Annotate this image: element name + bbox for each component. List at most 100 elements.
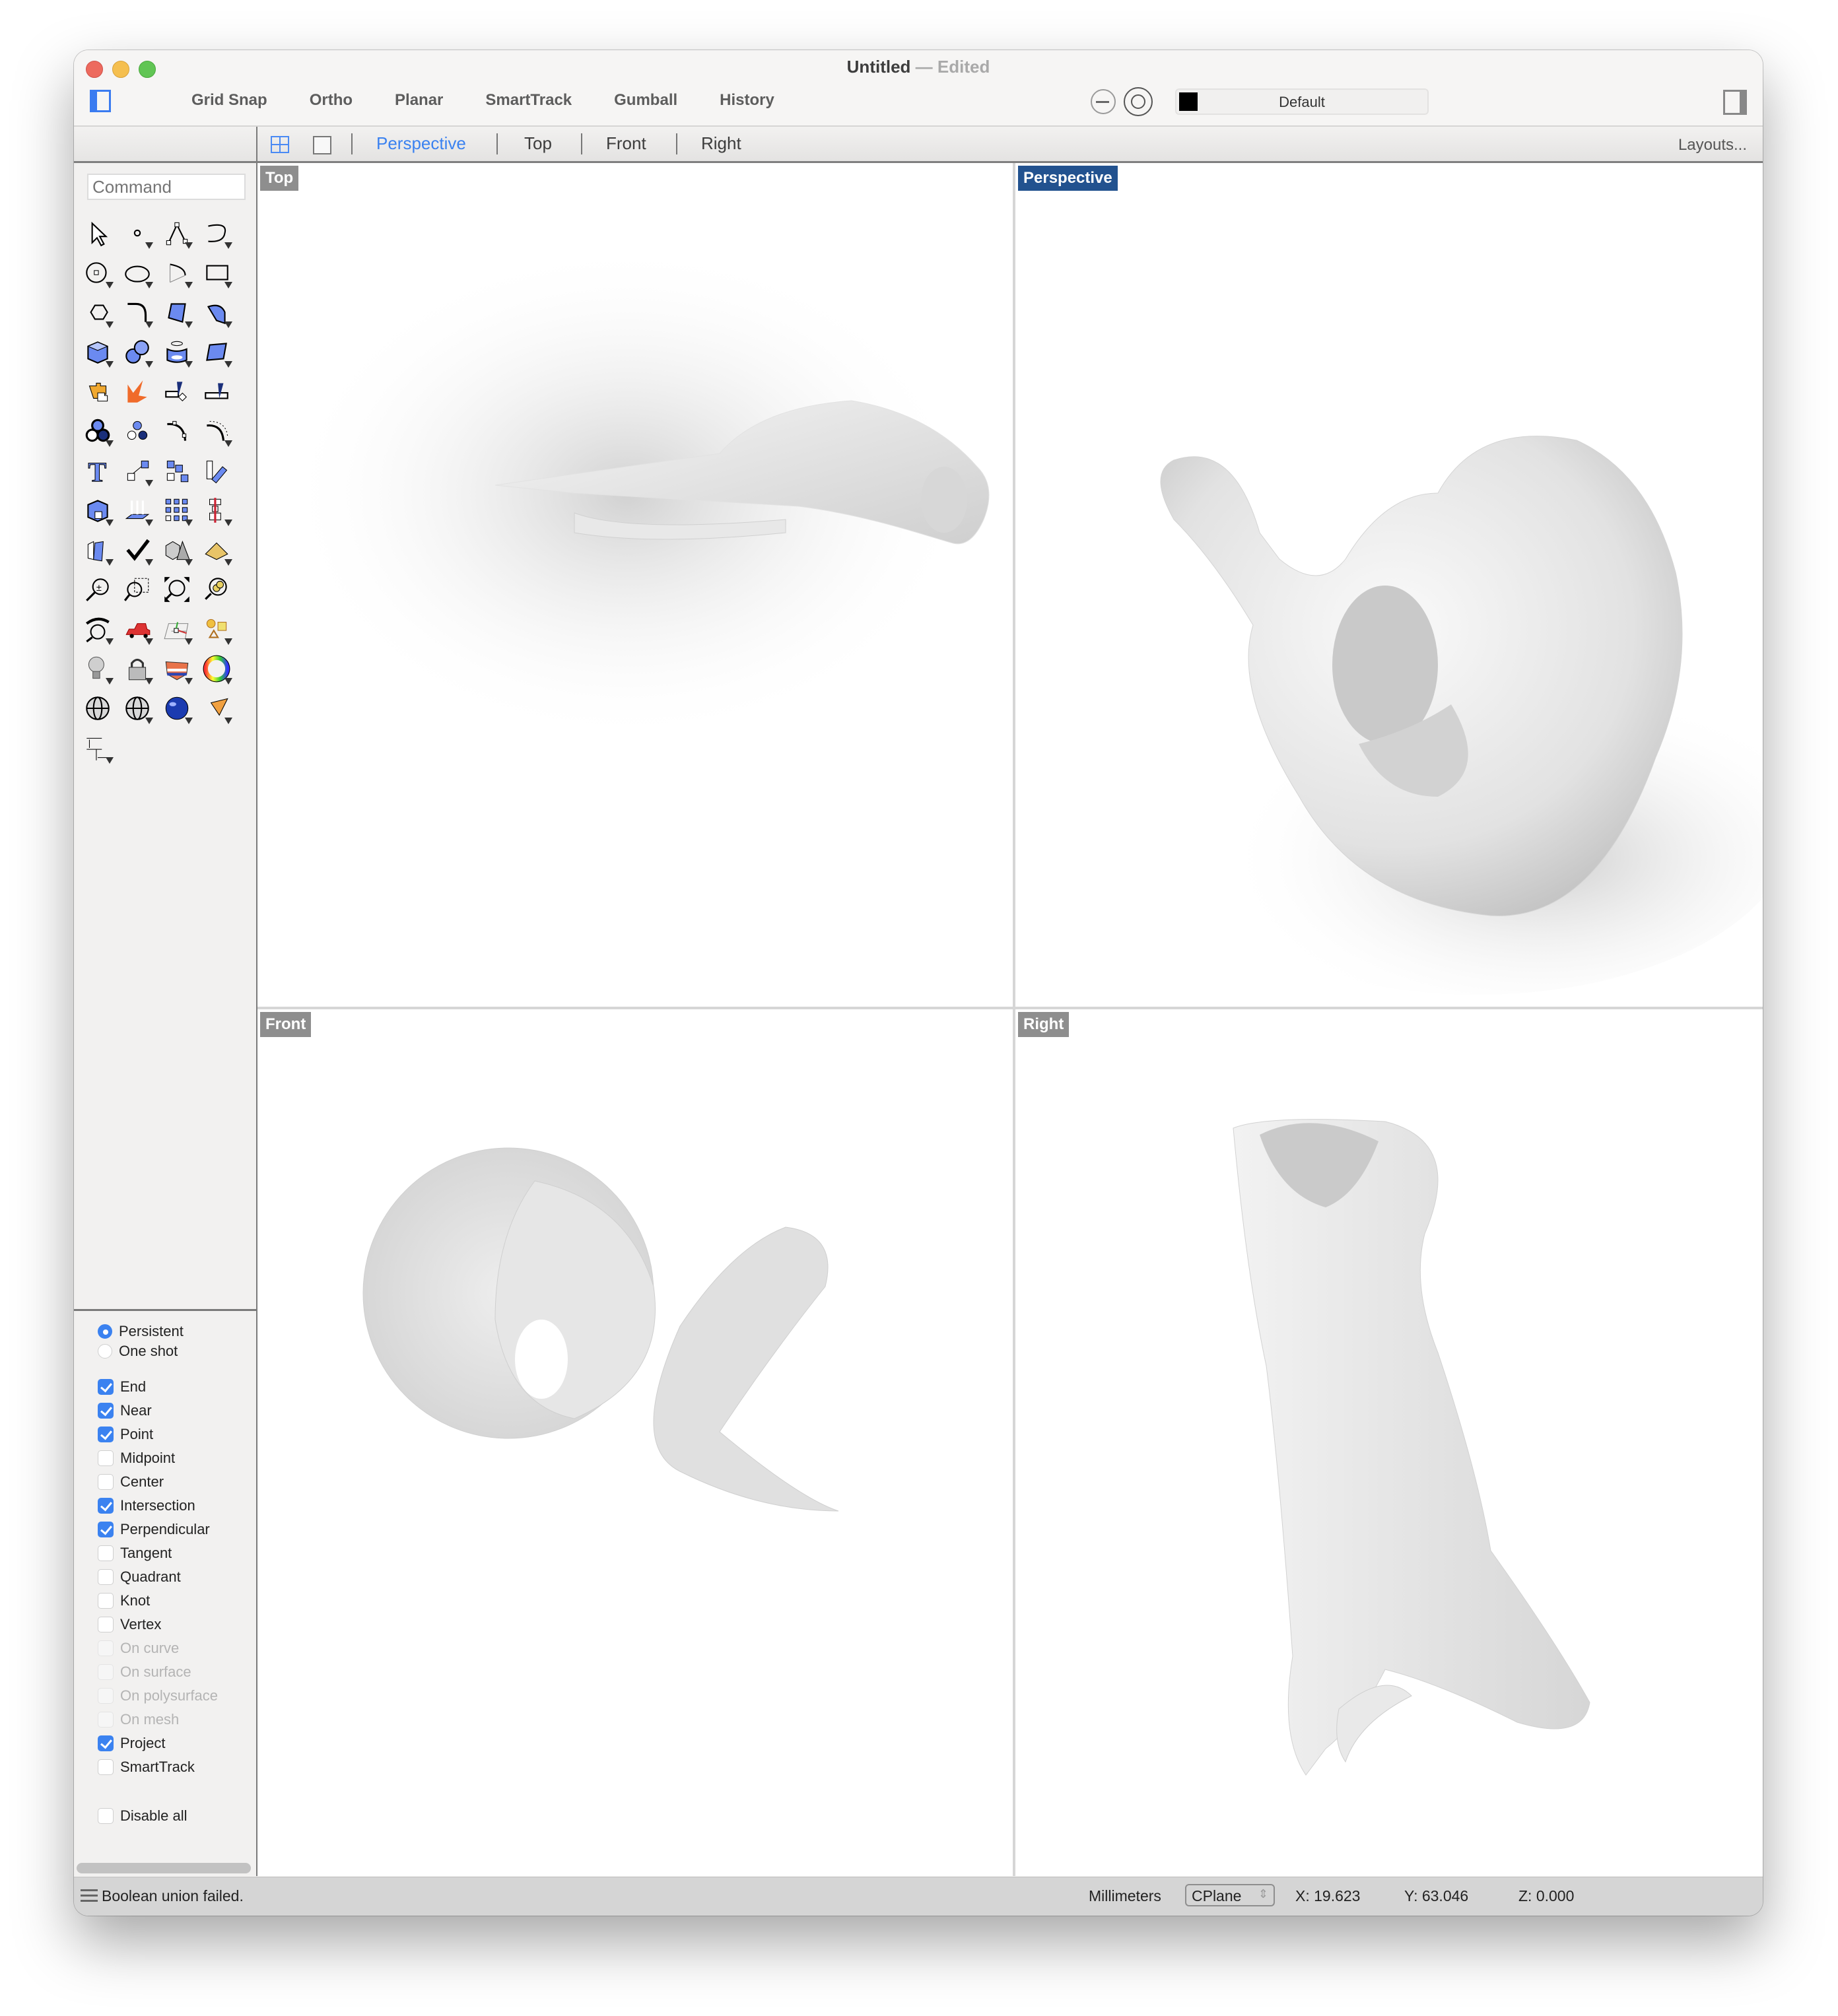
planar-toggle[interactable]: Planar [395, 91, 443, 110]
tool-zoom-extents-button[interactable] [157, 570, 197, 609]
tool-polyline-button[interactable] [157, 213, 197, 253]
tab-top[interactable]: Top [524, 133, 552, 154]
tool-rebuild-curve-button[interactable] [157, 411, 197, 451]
tool-offset-curve-button[interactable] [197, 411, 236, 451]
command-history-icon[interactable] [81, 1889, 98, 1902]
tool-cplane-grid-button[interactable] [157, 609, 197, 649]
tool-copy-button[interactable] [157, 451, 197, 490]
checkbox[interactable] [98, 1450, 114, 1466]
gumball-toggle[interactable]: Gumball [614, 91, 677, 110]
tool-spheres-button[interactable] [118, 332, 157, 372]
tab-perspective[interactable]: Perspective [376, 133, 466, 154]
checkbox[interactable] [98, 1569, 114, 1585]
osnap-icon[interactable] [1091, 89, 1116, 114]
tool-grid-sphere-button[interactable] [118, 689, 157, 728]
tool-cylinder-mesh-button[interactable] [157, 332, 197, 372]
tool-mesh-surface-button[interactable] [197, 332, 236, 372]
tool-solid-tools-button[interactable] [78, 490, 118, 530]
checkbox[interactable] [98, 1403, 114, 1419]
snap-midpoint-checkbox[interactable]: Midpoint [98, 1450, 175, 1467]
tab-front[interactable]: Front [606, 133, 646, 154]
tool-point-button[interactable] [118, 213, 157, 253]
four-viewport-layout-icon[interactable] [271, 136, 289, 153]
tool-car-walkabout-button[interactable] [118, 609, 157, 649]
viewport-right[interactable]: Right [1015, 1009, 1763, 1876]
tool-surface-from-points-button[interactable] [157, 292, 197, 332]
snap-intersection-checkbox[interactable]: Intersection [98, 1497, 195, 1514]
tool-circle-button[interactable] [78, 253, 118, 292]
checkbox[interactable] [98, 1545, 114, 1561]
checkbox[interactable] [98, 1808, 114, 1824]
tool-explode-button[interactable] [118, 372, 157, 411]
tool-color-wheel-button[interactable] [197, 649, 236, 689]
tool-text-button[interactable]: T [78, 451, 118, 490]
history-toggle[interactable]: History [720, 91, 774, 110]
tool-lock-button[interactable] [118, 649, 157, 689]
snap-project-checkbox[interactable]: Project [98, 1735, 165, 1752]
layouts-button[interactable]: Layouts... [1678, 136, 1747, 154]
tool-split-button[interactable] [197, 372, 236, 411]
checkbox[interactable] [98, 1759, 114, 1775]
snap-smarttrack-checkbox[interactable]: SmartTrack [98, 1759, 195, 1776]
tool-zoom-window-button[interactable] [118, 570, 157, 609]
checkbox[interactable] [98, 1522, 114, 1537]
panel-toggle-icon[interactable] [1723, 90, 1747, 115]
tool-move-button[interactable] [118, 451, 157, 490]
tool-zoom-selected-button[interactable] [197, 570, 236, 609]
checkbox[interactable] [98, 1735, 114, 1751]
grid-snap-toggle[interactable]: Grid Snap [191, 91, 267, 110]
tool-extrude-surface-button[interactable] [197, 292, 236, 332]
tool-curve-button[interactable] [197, 213, 236, 253]
tool-ellipse-button[interactable] [118, 253, 157, 292]
snap-quadrant-checkbox[interactable]: Quadrant [98, 1568, 181, 1586]
radio-persistent[interactable]: Persistent [98, 1323, 184, 1340]
tool-group-button[interactable] [118, 411, 157, 451]
checkbox[interactable] [98, 1498, 114, 1514]
snap-knot-checkbox[interactable]: Knot [98, 1592, 150, 1609]
smarttrack-toggle[interactable]: SmartTrack [485, 91, 572, 110]
radio-one-shot[interactable]: One shot [98, 1343, 178, 1360]
tool-check-button[interactable] [118, 530, 157, 570]
tool-rotate-button[interactable] [197, 451, 236, 490]
snap-center-checkbox[interactable]: Center [98, 1473, 164, 1491]
tool-rendered-sphere-button[interactable] [157, 689, 197, 728]
units-label[interactable]: Millimeters [1089, 1887, 1161, 1905]
tool-analyze-button[interactable] [78, 530, 118, 570]
tool-box-button[interactable] [78, 332, 118, 372]
tool-fillet-curve-button[interactable] [118, 292, 157, 332]
tool-zoom-in-out-button[interactable]: ± [78, 570, 118, 609]
checkbox[interactable] [98, 1593, 114, 1609]
tool-rectangle-button[interactable] [197, 253, 236, 292]
disable-all-checkbox[interactable]: Disable all [98, 1807, 187, 1825]
record-history-icon[interactable] [1124, 87, 1153, 116]
radio-button[interactable] [98, 1344, 112, 1359]
tool-rotate-view-button[interactable] [78, 609, 118, 649]
viewport-label-top[interactable]: Top [260, 166, 299, 191]
tool-trim-button[interactable] [157, 372, 197, 411]
coordinate-system-select[interactable]: CPlane [1185, 1884, 1275, 1906]
checkbox[interactable] [98, 1474, 114, 1490]
tool-layers-button[interactable] [157, 649, 197, 689]
tool-arc-button[interactable] [157, 253, 197, 292]
current-layer-selector[interactable]: Default [1175, 88, 1429, 115]
snap-vertex-checkbox[interactable]: Vertex [98, 1616, 161, 1633]
checkbox[interactable] [98, 1617, 114, 1632]
viewport-label-right[interactable]: Right [1018, 1012, 1070, 1037]
viewport-label-perspective[interactable]: Perspective [1018, 166, 1118, 191]
checkbox[interactable] [98, 1379, 114, 1395]
ortho-toggle[interactable]: Ortho [310, 91, 353, 110]
tool-array-button[interactable] [157, 490, 197, 530]
tool-camera-cone-button[interactable] [197, 689, 236, 728]
snap-tangent-checkbox[interactable]: Tangent [98, 1545, 172, 1562]
tool-select-arrow-button[interactable] [78, 213, 118, 253]
viewport-top[interactable]: Top [257, 163, 1013, 1007]
sidebar-toggle-icon[interactable] [90, 90, 111, 112]
viewport-label-front[interactable]: Front [260, 1012, 312, 1037]
tool-boolean-union-button[interactable] [78, 411, 118, 451]
sidebar-scrollbar[interactable] [77, 1863, 251, 1873]
tool-light-bulb-button[interactable] [78, 649, 118, 689]
tool-extrude-button[interactable] [118, 490, 157, 530]
tool-join-button[interactable] [78, 372, 118, 411]
snap-end-checkbox[interactable]: End [98, 1378, 146, 1395]
single-viewport-layout-icon[interactable] [313, 136, 331, 154]
